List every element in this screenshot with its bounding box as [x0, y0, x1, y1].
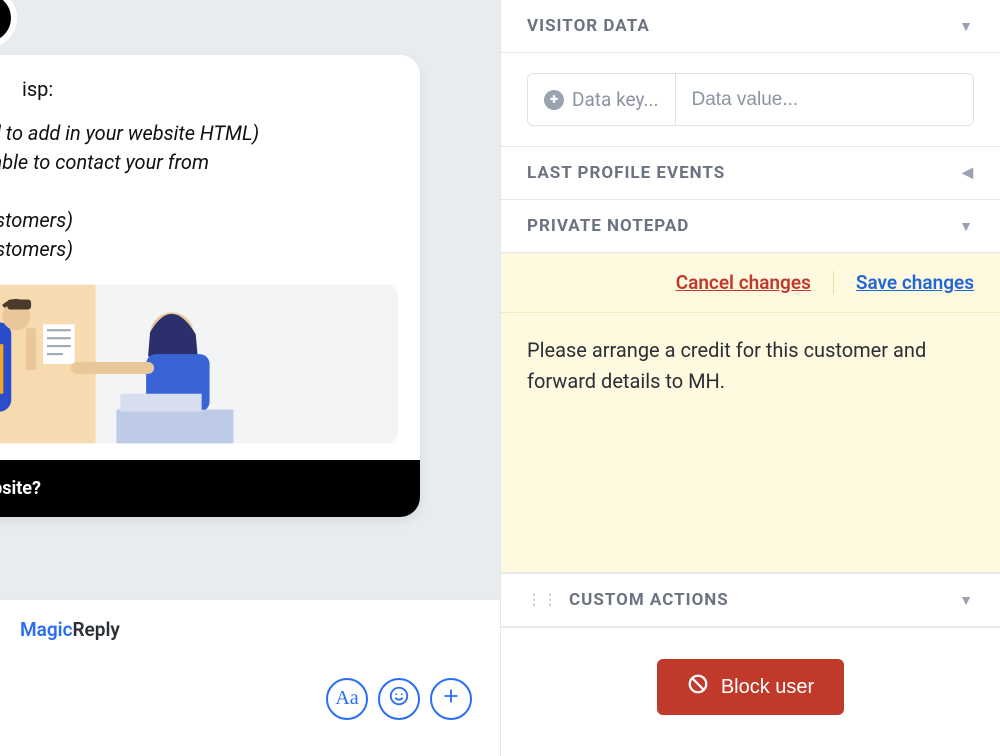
chevron-left-icon: ◀	[962, 165, 974, 181]
plus-icon	[440, 685, 462, 712]
emoji-button[interactable]	[378, 678, 420, 720]
block-user-row: Block user	[501, 627, 1000, 756]
visitor-data-key-input[interactable]: + Data key...	[528, 74, 676, 125]
format-text-button[interactable]: Aa	[326, 678, 368, 720]
visitor-data-input-group: + Data key...	[527, 73, 974, 126]
details-sidebar: VISITOR DATA ▼ + Data key... LAST PROFIL…	[500, 0, 1000, 756]
notepad-action-bar: Cancel changes Save changes	[501, 253, 1000, 313]
visitor-data-value-input[interactable]	[676, 74, 974, 125]
composer-tabs: MagicReply	[20, 600, 500, 641]
panel-header-visitor-data[interactable]: VISITOR DATA ▼	[501, 0, 1000, 53]
panel-header-private-notepad[interactable]: PRIVATE NOTEPAD ▼	[501, 200, 1000, 253]
ban-icon	[687, 673, 709, 701]
notepad-save-button[interactable]: Save changes	[834, 271, 974, 294]
bubble-cta-button[interactable]: my website?	[0, 460, 420, 517]
panel-title: PRIVATE NOTEPAD	[527, 216, 689, 236]
visitor-data-body: + Data key...	[501, 53, 1000, 147]
smile-icon	[388, 685, 410, 712]
block-user-label: Block user	[721, 676, 814, 699]
bubble-illustration	[0, 284, 398, 444]
panel-header-last-profile-events[interactable]: LAST PROFILE EVENTS ◀	[501, 147, 1000, 200]
panel-title: VISITOR DATA	[527, 16, 650, 36]
text-format-icon: Aa	[335, 687, 358, 710]
notepad-textarea[interactable]	[501, 313, 1000, 573]
composer: MagicReply Aa	[0, 599, 500, 756]
bubble-body: ou need to add in your website HTML) wil…	[0, 119, 398, 264]
notepad-cancel-button[interactable]: Cancel changes	[676, 271, 834, 294]
chevron-down-icon: ▼	[959, 18, 974, 35]
composer-actions: Aa	[20, 641, 500, 756]
tab-magicreply[interactable]: MagicReply	[20, 618, 120, 641]
conversation-column: Bs isp: ou need to add in your website H…	[0, 0, 500, 756]
chevron-down-icon: ▼	[959, 218, 974, 235]
drag-handle-icon[interactable]: ⋮⋮	[527, 592, 559, 608]
bubble-intro: isp:	[22, 77, 398, 101]
data-key-placeholder: Data key...	[572, 88, 659, 111]
panel-title: CUSTOM ACTIONS	[569, 590, 729, 610]
chat-bubble: isp: ou need to add in your website HTML…	[0, 55, 420, 517]
panel-title: LAST PROFILE EVENTS	[527, 163, 725, 183]
message-area: Bs isp: ou need to add in your website H…	[0, 0, 500, 599]
block-user-button[interactable]: Block user	[657, 659, 844, 715]
conversation-tag-pill[interactable]: Bs	[0, 0, 11, 42]
plus-circle-icon: +	[544, 90, 564, 110]
chevron-down-icon: ▼	[959, 592, 974, 609]
panel-header-custom-actions[interactable]: ⋮⋮ CUSTOM ACTIONS ▼	[501, 573, 1000, 627]
add-attachment-button[interactable]	[430, 678, 472, 720]
